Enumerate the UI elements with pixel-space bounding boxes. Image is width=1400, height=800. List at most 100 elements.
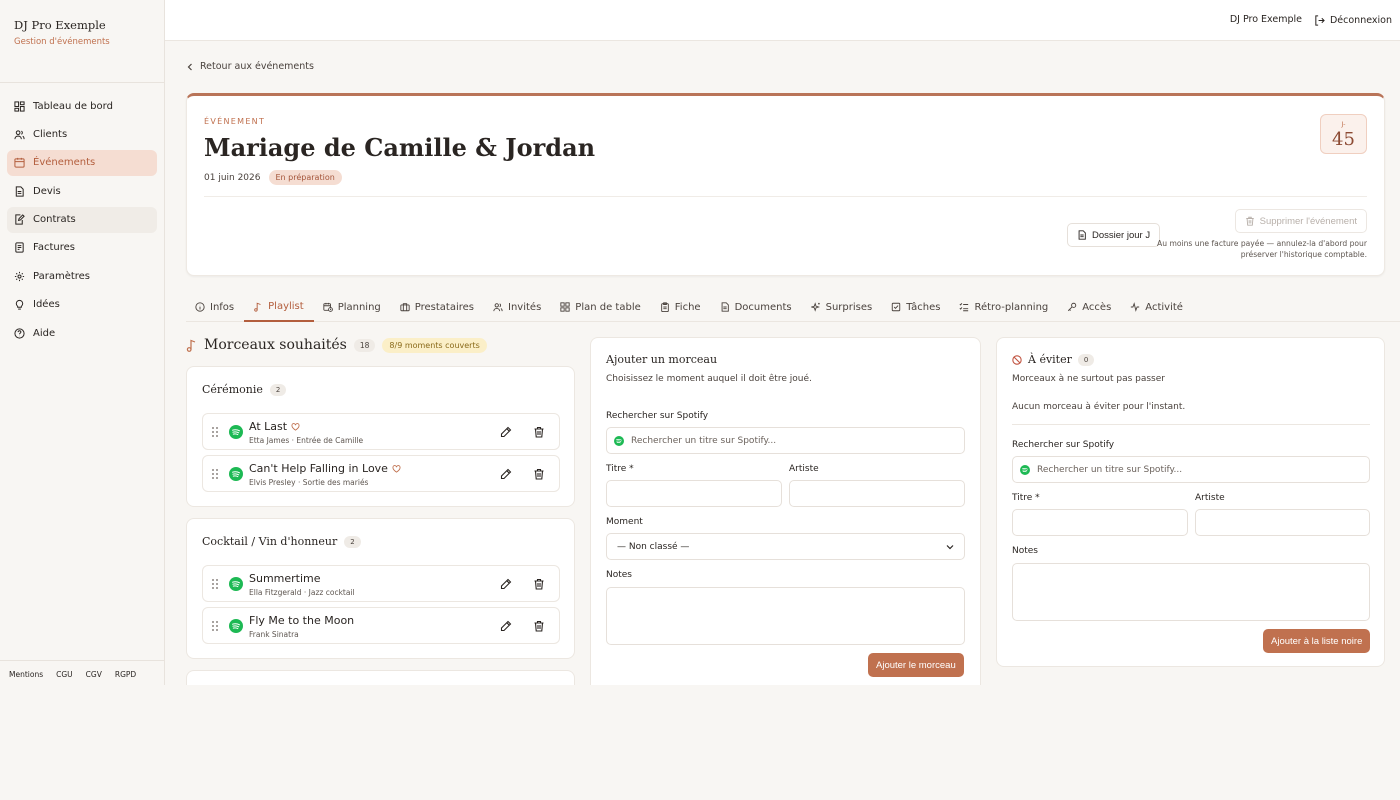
drag-handle-icon[interactable] [211, 426, 219, 438]
artist-field[interactable] [789, 480, 965, 507]
sparkles-icon [810, 302, 820, 312]
avoid-search-input[interactable]: Rechercher un titre sur Spotify... [1012, 456, 1370, 483]
sidebar-item-clients[interactable]: Clients [7, 121, 157, 147]
notes-label: Notes [606, 570, 632, 580]
tab-label: Planning [337, 301, 381, 313]
chevron-left-icon [187, 63, 192, 70]
spotify-search-input[interactable]: Rechercher un titre sur Spotify... [606, 427, 965, 454]
avoid-empty-state: Aucun morceau à éviter pour l'instant. [1012, 402, 1186, 412]
sidebar-item-label: Devis [33, 185, 61, 197]
pencil-icon[interactable] [500, 426, 512, 438]
sidebar-item-dashboard[interactable]: Tableau de bord [7, 93, 157, 119]
avoid-title-text: À éviter [1028, 353, 1072, 366]
pencil-icon[interactable] [500, 578, 512, 590]
song-title: Can't Help Falling in Love [249, 462, 401, 475]
tab-sheet[interactable]: Fiche [651, 293, 711, 321]
divider [0, 82, 164, 83]
clipboard-icon [660, 302, 669, 312]
moment-select[interactable]: — Non classé — [606, 533, 965, 560]
sidebar-item-quotes[interactable]: Devis [7, 178, 157, 204]
add-song-subtitle: Choisissez le moment auquel il doit être… [606, 374, 812, 384]
trash-icon[interactable] [533, 578, 545, 590]
song-row[interactable]: Fly Me to the Moon Frank Sinatra [202, 607, 560, 644]
help-icon [14, 328, 25, 339]
avoid-title: À éviter 0 [1012, 353, 1095, 366]
title-field[interactable] [606, 480, 782, 507]
sidebar-item-help[interactable]: Aide [7, 320, 157, 346]
avoid-notes-label: Notes [1012, 546, 1038, 556]
activity-icon [1131, 302, 1140, 312]
footer-link-cgu[interactable]: CGU [56, 670, 73, 679]
sidebar-item-ideas[interactable]: Idées [7, 292, 157, 318]
sidebar-nav: Tableau de bord Clients Événements Devis… [7, 93, 157, 349]
avoid-title-field[interactable] [1012, 509, 1188, 536]
avoid-notes-field[interactable] [1012, 563, 1370, 621]
sidebar-item-label: Tableau de bord [33, 100, 113, 112]
event-kicker: ÉVÉNEMENT [204, 117, 266, 126]
countdown-value: 45 [1332, 129, 1355, 150]
calendar-clock-icon [323, 302, 333, 312]
song-title: At Last [249, 420, 300, 433]
sidebar-item-contracts[interactable]: Contrats [7, 206, 157, 233]
drag-handle-icon[interactable] [211, 578, 219, 590]
footer-link-mentions[interactable]: Mentions [9, 670, 43, 679]
drag-handle-icon[interactable] [211, 620, 219, 632]
tab-surprises[interactable]: Surprises [802, 293, 883, 321]
tab-planning[interactable]: Planning [314, 293, 391, 321]
tab-infos[interactable]: Infos [186, 293, 244, 321]
delete-event-button[interactable]: Supprimer l'événement [1234, 209, 1367, 233]
avoid-artist-field[interactable] [1195, 509, 1370, 536]
key-icon [1068, 302, 1077, 312]
spotify-icon [229, 577, 243, 591]
trash-icon[interactable] [533, 468, 545, 480]
playlist-header: Morceaux souhaités 18 8/9 moments couver… [186, 337, 487, 353]
tab-documents[interactable]: Documents [711, 293, 802, 321]
footer-link-cgv[interactable]: CGV [86, 670, 102, 679]
gear-icon [14, 271, 25, 281]
tab-seating[interactable]: Plan de table [551, 293, 650, 321]
drag-handle-icon[interactable] [211, 468, 219, 480]
dossier-button[interactable]: Dossier jour J [1067, 223, 1161, 247]
back-link[interactable]: Retour aux événements [186, 61, 314, 72]
song-row[interactable]: At Last Etta James · Entrée de Camille [202, 413, 560, 450]
pencil-icon[interactable] [500, 620, 512, 632]
logout-button[interactable]: Déconnexion [1314, 12, 1392, 28]
song-title-text: Summertime [249, 572, 321, 585]
tab-activity[interactable]: Activité [1121, 293, 1193, 321]
spotify-icon [229, 619, 243, 633]
song-subtitle: Etta James · Entrée de Camille [249, 436, 364, 445]
page-title: Mariage de Camille & Jordan [204, 133, 596, 162]
spotify-search-placeholder: Rechercher un titre sur Spotify... [631, 435, 777, 446]
status-badge: En préparation [268, 170, 342, 185]
users-icon [14, 130, 25, 140]
dashboard-icon [14, 100, 25, 112]
footer-link-rgpd[interactable]: RGPD [115, 670, 136, 679]
sidebar-item-invoices[interactable]: Factures [7, 235, 157, 261]
add-to-blacklist-button[interactable]: Ajouter à la liste noire [1263, 629, 1371, 653]
tab-guests[interactable]: Invités [484, 293, 551, 321]
ban-icon [1012, 354, 1022, 365]
tab-playlist[interactable]: Playlist [244, 293, 314, 322]
brand: DJ Pro Exemple Gestion d'événements [14, 18, 110, 47]
tab-providers[interactable]: Prestataires [391, 293, 484, 321]
tab-tasks[interactable]: Tâches [882, 293, 950, 321]
trash-icon[interactable] [533, 426, 545, 438]
tab-label: Prestataires [414, 301, 475, 313]
add-song-button[interactable]: Ajouter le morceau [868, 653, 964, 677]
song-title-text: Fly Me to the Moon [249, 614, 355, 627]
event-meta: 01 juin 2026 En préparation [204, 170, 342, 185]
notes-field[interactable] [606, 587, 965, 645]
calendar-icon [14, 158, 25, 168]
tab-access[interactable]: Accès [1058, 293, 1121, 321]
tab-retro-planning[interactable]: Rétro-planning [950, 293, 1058, 321]
song-row[interactable]: Can't Help Falling in Love Elvis Presley… [202, 455, 560, 492]
song-row[interactable]: Summertime Ella Fitzgerald · Jazz cockta… [202, 565, 560, 602]
song-title: Summertime [249, 572, 321, 585]
sidebar-item-events[interactable]: Événements [7, 149, 157, 176]
sidebar-item-settings[interactable]: Paramètres [7, 263, 157, 289]
pencil-icon[interactable] [500, 468, 512, 480]
trash-icon[interactable] [533, 620, 545, 632]
sidebar-item-label: Idées [33, 299, 60, 311]
sidebar: DJ Pro Exemple Gestion d'événements Tabl… [0, 0, 165, 685]
group-title: Cérémonie 2 [202, 383, 287, 396]
